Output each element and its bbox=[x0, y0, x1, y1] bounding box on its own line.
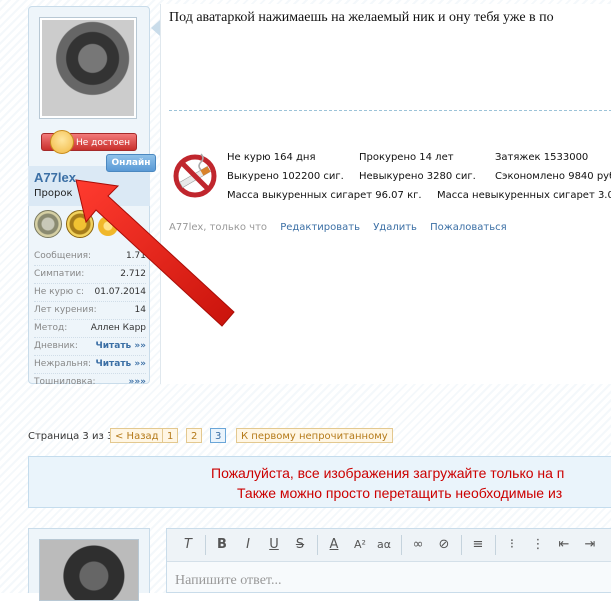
stat-key: Не курю с: bbox=[34, 287, 85, 297]
upload-notice: Пожалуйста, все изображения загружайте т… bbox=[28, 456, 611, 508]
reply-user-card bbox=[28, 528, 150, 601]
toolbar-divider bbox=[401, 535, 402, 555]
post-text: Под аватаркой нажимаешь на желаемый ник … bbox=[169, 10, 554, 25]
post-body: Под аватаркой нажимаешь на желаемый ник … bbox=[160, 4, 611, 384]
stat-row: Лет курения: 14 bbox=[34, 302, 146, 320]
bold-icon[interactable]: B bbox=[213, 536, 231, 554]
stat-key: Лет курения: bbox=[34, 305, 97, 315]
font-family-icon[interactable]: aα bbox=[375, 536, 393, 554]
italic-icon[interactable]: I bbox=[239, 536, 257, 554]
stat-key: Симпатии: bbox=[34, 269, 85, 279]
status-button[interactable]: Не достоен bbox=[41, 130, 137, 154]
page-2-button[interactable]: 2 bbox=[186, 428, 203, 443]
stat-row: Нежральня: Читать »» bbox=[34, 356, 146, 374]
quit-stat: Масса выкуренных сигарет 96.07 кг. bbox=[227, 190, 422, 201]
stat-row: Не курю с: 01.07.2014 bbox=[34, 284, 146, 302]
outdent-icon[interactable]: ⇤ bbox=[555, 536, 573, 554]
stat-row: Сообщения: 1.71 bbox=[34, 248, 146, 266]
indent-icon[interactable]: ⇥ bbox=[581, 536, 599, 554]
signature-divider bbox=[169, 110, 611, 111]
toolbar-divider bbox=[205, 535, 206, 555]
clear-format-icon[interactable]: T bbox=[179, 536, 197, 554]
stat-value: 01.07.2014 bbox=[94, 287, 146, 297]
stat-key: Метод: bbox=[34, 323, 68, 333]
username-link[interactable]: A77lex bbox=[34, 170, 76, 185]
status-label: Не достоен bbox=[75, 138, 130, 148]
stat-row: Симпатии: 2.712 bbox=[34, 266, 146, 284]
first-unread-button[interactable]: К первому непрочитанному bbox=[236, 428, 393, 443]
quit-stat: Затяжек 1533000 bbox=[495, 152, 589, 163]
stat-value: Аллен Карр bbox=[90, 323, 146, 333]
stat-value: 2.712 bbox=[120, 269, 146, 279]
stat-value: 1.71 bbox=[125, 251, 146, 261]
username-box: A77lex Пророк bbox=[28, 166, 150, 206]
post-author-time: A77lex, только что bbox=[169, 222, 268, 233]
post-meta: A77lex, только что Редактировать Удалить… bbox=[169, 222, 507, 233]
editor-toolbar: T B I U S A A² aα ∞ ⊘ ≡ ⁝ ⋮ ⇤ ⇥ bbox=[167, 529, 611, 562]
notice-line-1: Пожалуйста, все изображения загружайте т… bbox=[211, 465, 565, 481]
quit-stat: Сэкономлено 9840 руб. bbox=[495, 171, 611, 182]
nausea-link[interactable]: »»» bbox=[129, 377, 146, 387]
align-icon[interactable]: ≡ bbox=[469, 536, 487, 554]
online-badge: Онлайн bbox=[106, 154, 156, 172]
report-link[interactable]: Пожаловаться bbox=[430, 222, 507, 233]
stat-row: Метод: Аллен Карр bbox=[34, 320, 146, 338]
text-color-icon[interactable]: A bbox=[325, 536, 343, 554]
underline-icon[interactable]: U bbox=[265, 536, 283, 554]
stat-key: Нежральня: bbox=[34, 359, 92, 369]
quit-stat: Выкурено 102200 сиг. bbox=[227, 171, 344, 182]
page-label: Страница 3 из 3 bbox=[28, 431, 114, 442]
quit-stat: Невыкурено 3280 сиг. bbox=[359, 171, 476, 182]
no-smoking-icon bbox=[173, 153, 217, 198]
quit-stat: Не курю 164 дня bbox=[227, 152, 316, 163]
reply-avatar bbox=[39, 539, 139, 601]
toolbar-divider bbox=[495, 535, 496, 555]
stat-row: Дневник: Читать »» bbox=[34, 338, 146, 356]
stat-key: Тошниловка: bbox=[34, 377, 96, 387]
page-1-button[interactable]: 1 bbox=[162, 428, 179, 443]
strikethrough-icon[interactable]: S bbox=[291, 536, 309, 554]
user-stats: Сообщения: 1.71 Симпатии: 2.712 Не курю с:… bbox=[34, 248, 146, 391]
avatar-image bbox=[42, 20, 134, 116]
stat-row: Тошниловка: »»» bbox=[34, 374, 146, 391]
reply-placeholder: Напишите ответ... bbox=[175, 573, 282, 588]
food-link[interactable]: Читать »» bbox=[95, 359, 146, 369]
reply-editor[interactable]: T B I U S A A² aα ∞ ⊘ ≡ ⁝ ⋮ ⇤ ⇥ Напишите… bbox=[166, 528, 611, 593]
quit-stat: Прокурено 14 лет bbox=[359, 152, 454, 163]
quit-stat: Масса невыкуренных сигарет 3.08 bbox=[437, 190, 611, 201]
message-notch bbox=[151, 20, 160, 36]
bullet-list-icon[interactable]: ⁝ bbox=[503, 536, 521, 554]
smiley-icon bbox=[50, 130, 74, 154]
toolbar-divider bbox=[317, 535, 318, 555]
prev-page-button[interactable]: < Назад bbox=[110, 428, 164, 443]
award-clock-icon[interactable] bbox=[66, 210, 94, 238]
award-medal-icon[interactable] bbox=[34, 210, 62, 238]
stat-value: 14 bbox=[134, 305, 146, 315]
diary-link[interactable]: Читать »» bbox=[95, 341, 146, 351]
toolbar-divider bbox=[461, 535, 462, 555]
award-star-icon[interactable] bbox=[98, 216, 118, 236]
page-3-button[interactable]: 3 bbox=[210, 428, 227, 443]
user-title: Пророк bbox=[34, 188, 73, 199]
edit-link[interactable]: Редактировать bbox=[280, 222, 360, 233]
delete-link[interactable]: Удалить bbox=[373, 222, 417, 233]
numbered-list-icon[interactable]: ⋮ bbox=[529, 536, 547, 554]
unlink-icon[interactable]: ⊘ bbox=[435, 536, 453, 554]
font-size-icon[interactable]: A² bbox=[351, 536, 369, 554]
stat-key: Сообщения: bbox=[34, 251, 92, 261]
notice-line-2: Также можно просто перетащить необходимы… bbox=[237, 485, 563, 501]
stat-key: Дневник: bbox=[34, 341, 78, 351]
avatar[interactable] bbox=[39, 17, 137, 119]
link-icon[interactable]: ∞ bbox=[409, 536, 427, 554]
